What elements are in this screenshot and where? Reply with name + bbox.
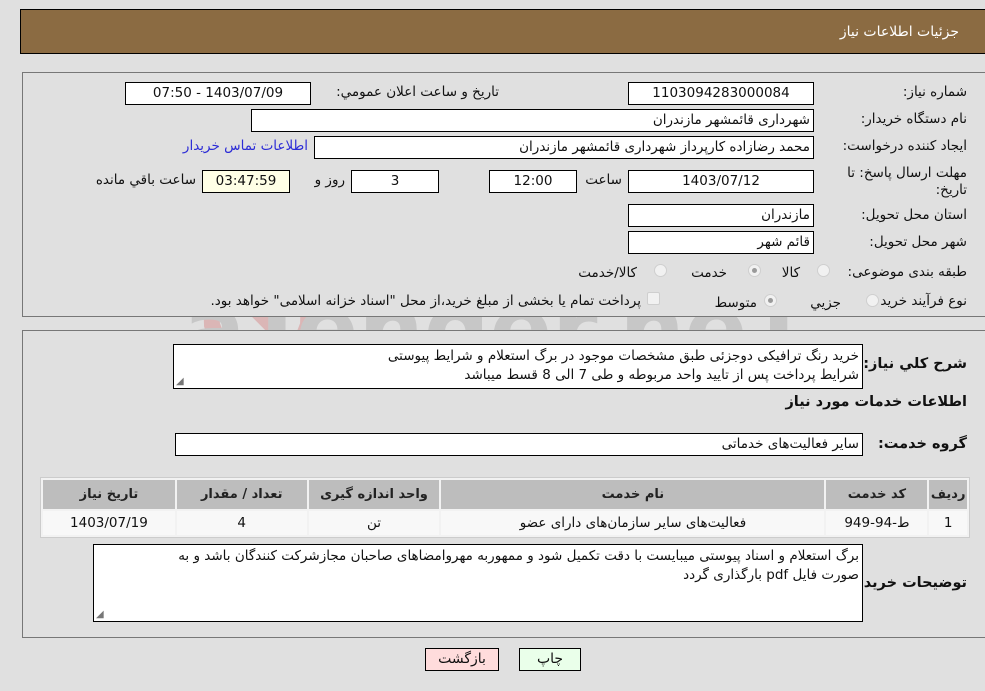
cell-service-code: ط-94-949 [826, 511, 928, 535]
creator-field[interactable]: محمد رضازاده کارپرداز شهرداری قائمشهر ما… [314, 136, 814, 159]
buyer-notes-textarea[interactable]: برگ استعلام و اسناد پیوستی میبایست با دق… [93, 544, 863, 622]
col-service-code: کد خدمت [826, 480, 928, 509]
services-panel: شرح کلي نياز: خرید رنگ ترافیکی دوجزئی طب… [22, 330, 985, 638]
col-unit: واحد اندازه گيری [308, 480, 440, 509]
print-button[interactable]: چاپ [519, 648, 581, 671]
description-line: شرایط پرداخت پس از تایید واحد مربوطه و ط… [464, 367, 859, 383]
need-number-field[interactable]: 1103094283000084 [628, 82, 814, 105]
deadline-time-field[interactable]: 12:00 [489, 170, 577, 193]
resize-grip-icon[interactable]: ◢ [176, 377, 184, 387]
col-quantity: تعداد / مقدار [176, 480, 307, 509]
city-field[interactable]: قائم شهر [628, 231, 814, 254]
time-remaining-label: ساعت باقي مانده [95, 172, 196, 188]
deadline-label-line1: مهلت ارسال پاسخ: تا [847, 165, 967, 181]
province-label: استان محل تحویل: [861, 207, 967, 223]
process-radio-medium[interactable] [764, 294, 777, 307]
col-need-date: تاريخ نياز [43, 480, 175, 509]
creator-label: ایجاد کننده درخواست: [842, 138, 967, 154]
category-option-service: خدمت [691, 265, 727, 281]
buyer-notes-line: برگ استعلام و اسناد پیوستی میبایست با دق… [178, 548, 859, 564]
deadline-date-field[interactable]: 1403/07/12 [628, 170, 814, 193]
services-table: رديف کد خدمت نام خدمت واحد اندازه گيری ت… [40, 477, 970, 538]
buyer-org-field[interactable]: شهرداری قائمشهر مازندران [251, 109, 814, 132]
category-radio-goods-service[interactable] [654, 264, 667, 277]
process-radio-minor[interactable] [866, 294, 879, 307]
process-option-medium: متوسط [714, 295, 757, 311]
announce-datetime-field[interactable]: 1403/07/09 - 07:50 [125, 82, 311, 105]
cell-service-name: فعالیت‌های سایر سازمان‌های دارای عضو [441, 511, 825, 535]
treasury-checkbox-label: پرداخت تمام یا بخشی از مبلغ خرید،از محل … [210, 293, 641, 309]
need-number-label: شماره نیاز: [902, 84, 967, 100]
days-remaining-field[interactable]: 3 [351, 170, 439, 193]
back-button[interactable]: بازگشت [425, 648, 499, 671]
page-title: جزئیات اطلاعات نیاز [839, 24, 959, 40]
category-radio-service[interactable] [748, 264, 761, 277]
services-table-header: رديف کد خدمت نام خدمت واحد اندازه گيری ت… [43, 480, 967, 509]
col-row-number: رديف [929, 480, 967, 509]
announce-datetime-label: تاریخ و ساعت اعلان عمومي: [336, 84, 499, 100]
service-group-label: گروه خدمت: [877, 436, 967, 452]
process-label: نوع فرآیند خرید : [871, 293, 967, 309]
buyer-notes-line: صورت فایل pdf بارگذاری گردد [683, 567, 859, 583]
category-option-goods-service: کالا/خدمت [578, 265, 637, 281]
category-radio-goods[interactable] [817, 264, 830, 277]
category-option-goods: کالا [781, 265, 800, 281]
days-label: روز و [314, 172, 345, 188]
need-info-panel: شماره نیاز: 1103094283000084 تاریخ و ساع… [22, 72, 985, 317]
deadline-label-line2: تاریخ: [935, 182, 967, 198]
description-label: شرح کلي نياز: [863, 356, 967, 372]
page-header: جزئیات اطلاعات نیاز [20, 9, 985, 54]
cell-unit: تن [308, 511, 440, 535]
category-label: طبقه بندی موضوعی: [847, 264, 967, 280]
deadline-label: مهلت ارسال پاسخ: تا تاریخ: [847, 165, 967, 199]
service-group-field[interactable]: سایر فعالیت‌های خدماتی [175, 433, 863, 456]
treasury-checkbox[interactable] [647, 292, 660, 305]
description-textarea[interactable]: خرید رنگ ترافیکی دوجزئی طبق مشخصات موجود… [173, 344, 863, 389]
city-label: شهر محل تحویل: [869, 234, 967, 250]
col-service-name: نام خدمت [441, 480, 825, 509]
province-field[interactable]: مازندران [628, 204, 814, 227]
resize-grip-icon[interactable]: ◢ [96, 610, 104, 620]
buyer-contact-link[interactable]: اطلاعات تماس خريدار [183, 138, 308, 154]
description-line: خرید رنگ ترافیکی دوجزئی طبق مشخصات موجود… [387, 348, 859, 364]
services-section-title: اطلاعات خدمات مورد نياز [785, 394, 967, 410]
deadline-time-label: ساعت [585, 172, 622, 188]
cell-row-number: 1 [929, 511, 967, 535]
cell-need-date: 1403/07/19 [43, 511, 175, 535]
buyer-org-label: نام دستگاه خريدار: [860, 111, 967, 127]
cell-quantity: 4 [176, 511, 307, 535]
table-row: 1 ط-94-949 فعالیت‌های سایر سازمان‌های دا… [43, 511, 967, 535]
time-remaining-field: 03:47:59 [202, 170, 290, 193]
process-option-minor: جزيي [810, 295, 841, 311]
